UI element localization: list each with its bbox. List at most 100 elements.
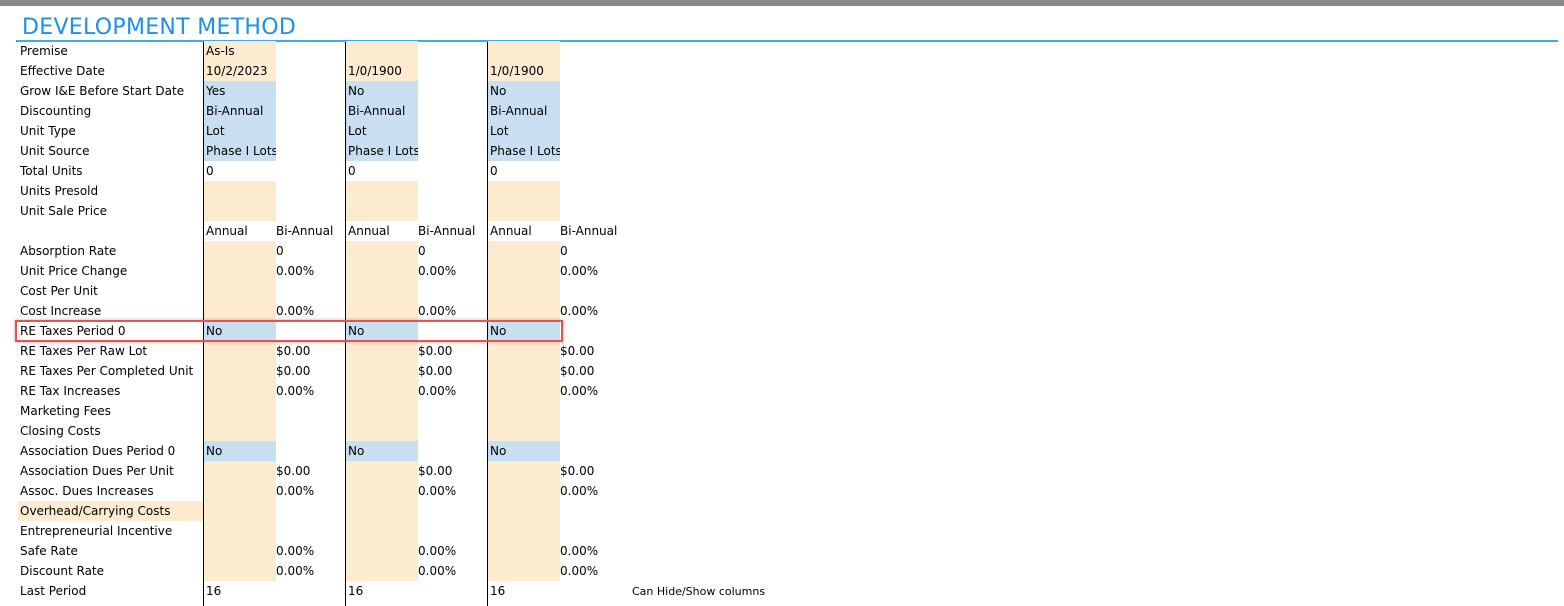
value-cell[interactable] xyxy=(558,81,632,101)
value-cell[interactable]: $0.00 xyxy=(558,341,632,361)
value-cell[interactable] xyxy=(416,41,490,61)
value-cell[interactable]: 0.00% xyxy=(274,541,348,561)
dropdown-cell[interactable]: Lot xyxy=(346,121,418,141)
value-cell[interactable] xyxy=(416,501,490,521)
value-cell[interactable]: 0.00% xyxy=(558,301,632,321)
value-cell[interactable]: 0 xyxy=(416,241,490,261)
value-cell[interactable] xyxy=(274,181,348,201)
value-cell[interactable]: 0.00% xyxy=(274,301,348,321)
value-cell[interactable]: 0 xyxy=(346,161,418,181)
row-label[interactable]: Assoc. Dues Increases xyxy=(18,481,204,501)
input-cell[interactable] xyxy=(204,301,276,321)
dropdown-cell[interactable]: Lot xyxy=(488,121,560,141)
dropdown-cell[interactable]: Bi-Annual xyxy=(488,101,560,121)
input-cell[interactable] xyxy=(204,381,276,401)
value-cell[interactable] xyxy=(416,201,490,221)
value-cell[interactable] xyxy=(274,61,348,81)
input-cell[interactable] xyxy=(488,201,560,221)
row-label[interactable]: Effective Date xyxy=(18,61,204,81)
input-cell[interactable] xyxy=(488,261,560,281)
input-cell[interactable] xyxy=(488,381,560,401)
input-cell[interactable] xyxy=(488,521,560,541)
dropdown-cell[interactable]: Bi-Annual xyxy=(346,101,418,121)
value-cell[interactable] xyxy=(274,441,348,461)
value-cell[interactable] xyxy=(558,41,632,61)
value-cell[interactable] xyxy=(416,421,490,441)
dropdown-cell[interactable]: No xyxy=(204,441,276,461)
value-cell[interactable]: 0.00% xyxy=(274,561,348,581)
dropdown-cell[interactable]: Bi-Annual xyxy=(204,101,276,121)
row-label[interactable] xyxy=(18,221,204,241)
value-cell[interactable] xyxy=(274,581,348,601)
value-cell[interactable]: 16 xyxy=(488,581,560,601)
row-label[interactable]: Total Units xyxy=(18,161,204,181)
value-cell[interactable]: 0.00% xyxy=(416,561,490,581)
input-cell[interactable] xyxy=(346,421,418,441)
input-cell[interactable] xyxy=(204,501,276,521)
input-cell[interactable] xyxy=(204,401,276,421)
value-cell[interactable] xyxy=(274,401,348,421)
input-cell[interactable] xyxy=(346,561,418,581)
value-cell[interactable] xyxy=(416,281,490,301)
value-cell[interactable] xyxy=(558,61,632,81)
row-label[interactable]: Overhead/Carrying Costs xyxy=(18,501,204,521)
input-cell[interactable] xyxy=(204,561,276,581)
value-cell[interactable] xyxy=(274,101,348,121)
input-cell[interactable] xyxy=(488,341,560,361)
dropdown-cell[interactable]: No xyxy=(488,81,560,101)
input-cell[interactable] xyxy=(346,541,418,561)
value-cell[interactable]: 0.00% xyxy=(416,541,490,561)
input-cell[interactable] xyxy=(204,341,276,361)
input-cell[interactable] xyxy=(204,281,276,301)
value-cell[interactable]: Annual xyxy=(488,221,560,241)
input-cell[interactable] xyxy=(204,241,276,261)
input-cell[interactable]: 1/0/1900 xyxy=(346,61,418,81)
row-label[interactable]: Premise xyxy=(18,41,204,61)
value-cell[interactable]: Annual xyxy=(346,221,418,241)
input-cell[interactable] xyxy=(346,521,418,541)
input-cell[interactable] xyxy=(488,421,560,441)
value-cell[interactable] xyxy=(274,421,348,441)
dropdown-cell[interactable]: No xyxy=(346,81,418,101)
value-cell[interactable] xyxy=(558,121,632,141)
dropdown-cell[interactable]: No xyxy=(488,441,560,461)
input-cell[interactable] xyxy=(204,361,276,381)
input-cell[interactable] xyxy=(488,361,560,381)
dropdown-cell[interactable]: Phase I Lots xyxy=(488,141,560,161)
row-label[interactable]: Discount Rate xyxy=(18,561,204,581)
input-cell[interactable] xyxy=(488,481,560,501)
value-cell[interactable] xyxy=(558,181,632,201)
input-cell[interactable] xyxy=(346,301,418,321)
input-cell[interactable] xyxy=(346,401,418,421)
input-cell[interactable] xyxy=(488,181,560,201)
value-cell[interactable] xyxy=(274,501,348,521)
value-cell[interactable]: Bi-Annual xyxy=(416,221,490,241)
input-cell[interactable] xyxy=(346,261,418,281)
value-cell[interactable]: 0.00% xyxy=(416,481,490,501)
value-cell[interactable] xyxy=(416,581,490,601)
value-cell[interactable] xyxy=(416,401,490,421)
row-label[interactable]: Last Period xyxy=(18,581,204,601)
row-label[interactable]: RE Tax Increases xyxy=(18,381,204,401)
value-cell[interactable] xyxy=(274,161,348,181)
input-cell[interactable] xyxy=(346,341,418,361)
value-cell[interactable]: 0 xyxy=(204,161,276,181)
value-cell[interactable]: $0.00 xyxy=(558,361,632,381)
value-cell[interactable] xyxy=(558,101,632,121)
row-label[interactable]: Unit Price Change xyxy=(18,261,204,281)
value-cell[interactable] xyxy=(416,441,490,461)
value-cell[interactable] xyxy=(416,521,490,541)
value-cell[interactable] xyxy=(274,141,348,161)
row-label[interactable]: RE Taxes Per Raw Lot xyxy=(18,341,204,361)
value-cell[interactable]: 0.00% xyxy=(558,481,632,501)
value-cell[interactable]: 0.00% xyxy=(558,561,632,581)
input-cell[interactable] xyxy=(346,481,418,501)
value-cell[interactable] xyxy=(416,121,490,141)
value-cell[interactable]: 0.00% xyxy=(558,541,632,561)
value-cell[interactable]: 0.00% xyxy=(274,381,348,401)
row-label[interactable]: Association Dues Period 0 xyxy=(18,441,204,461)
value-cell[interactable]: Bi-Annual xyxy=(274,221,348,241)
dropdown-cell[interactable]: Lot xyxy=(204,121,276,141)
value-cell[interactable] xyxy=(274,41,348,61)
value-cell[interactable] xyxy=(558,401,632,421)
